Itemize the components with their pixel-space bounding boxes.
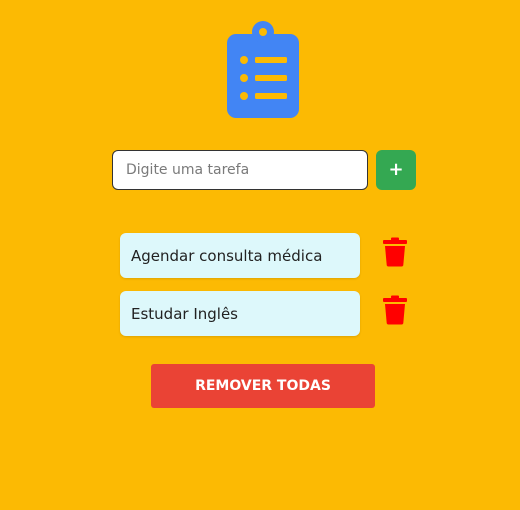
delete-task-button[interactable] xyxy=(382,295,408,325)
trash-icon xyxy=(383,237,407,267)
trash-icon xyxy=(383,295,407,325)
task-list: Agendar consulta médica Estudar Inglês xyxy=(120,233,420,349)
remove-all-button[interactable]: REMOVER TODAS xyxy=(151,364,375,408)
delete-task-button[interactable] xyxy=(382,237,408,267)
clipboard-list-icon xyxy=(227,21,299,118)
task-text: Estudar Inglês xyxy=(120,291,360,336)
task-input[interactable] xyxy=(112,150,368,190)
task-text: Agendar consulta médica xyxy=(120,233,360,278)
list-item: Estudar Inglês xyxy=(120,291,420,336)
list-item: Agendar consulta médica xyxy=(120,233,420,278)
add-task-form: + xyxy=(112,150,418,190)
add-task-button[interactable]: + xyxy=(376,150,416,190)
